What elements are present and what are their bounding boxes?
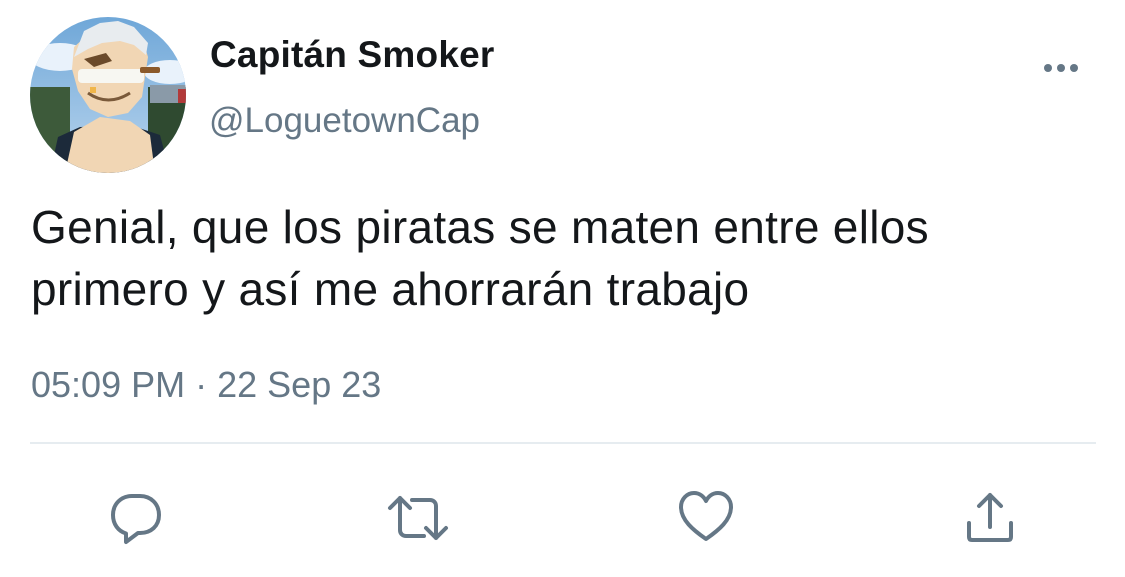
tweet-timestamp[interactable]: 05:09 PM · 22 Sep 23: [31, 364, 381, 406]
retweet-button[interactable]: [386, 486, 450, 550]
tweet-text-line: primero y así me ahorrarán trabajo: [31, 263, 750, 315]
more-icon-dot: [1057, 64, 1065, 72]
author-handle[interactable]: @LoguetownCap: [209, 101, 480, 141]
share-icon: [967, 493, 1013, 542]
avatar-image: [30, 17, 186, 173]
retweet-icon: [388, 496, 448, 540]
more-icon-dot: [1070, 64, 1078, 72]
avatar[interactable]: [30, 17, 186, 173]
tweet-text: Genial, que los piratas se maten entre e…: [31, 196, 1091, 320]
tweet-date: 22 Sep 23: [217, 364, 382, 405]
more-options-button[interactable]: [1036, 56, 1086, 80]
tweet-time: 05:09 PM: [31, 364, 186, 405]
like-button[interactable]: [674, 486, 738, 550]
heart-icon: [679, 491, 733, 541]
more-icon: [1044, 64, 1052, 72]
share-button[interactable]: [958, 486, 1022, 550]
reply-icon: [111, 494, 161, 544]
reply-button[interactable]: [104, 486, 168, 550]
tweet-text-line: Genial, que los piratas se maten entre e…: [31, 201, 929, 253]
divider: [30, 442, 1096, 444]
timestamp-separator: ·: [195, 364, 208, 405]
author-display-name[interactable]: Capitán Smoker: [210, 34, 495, 76]
